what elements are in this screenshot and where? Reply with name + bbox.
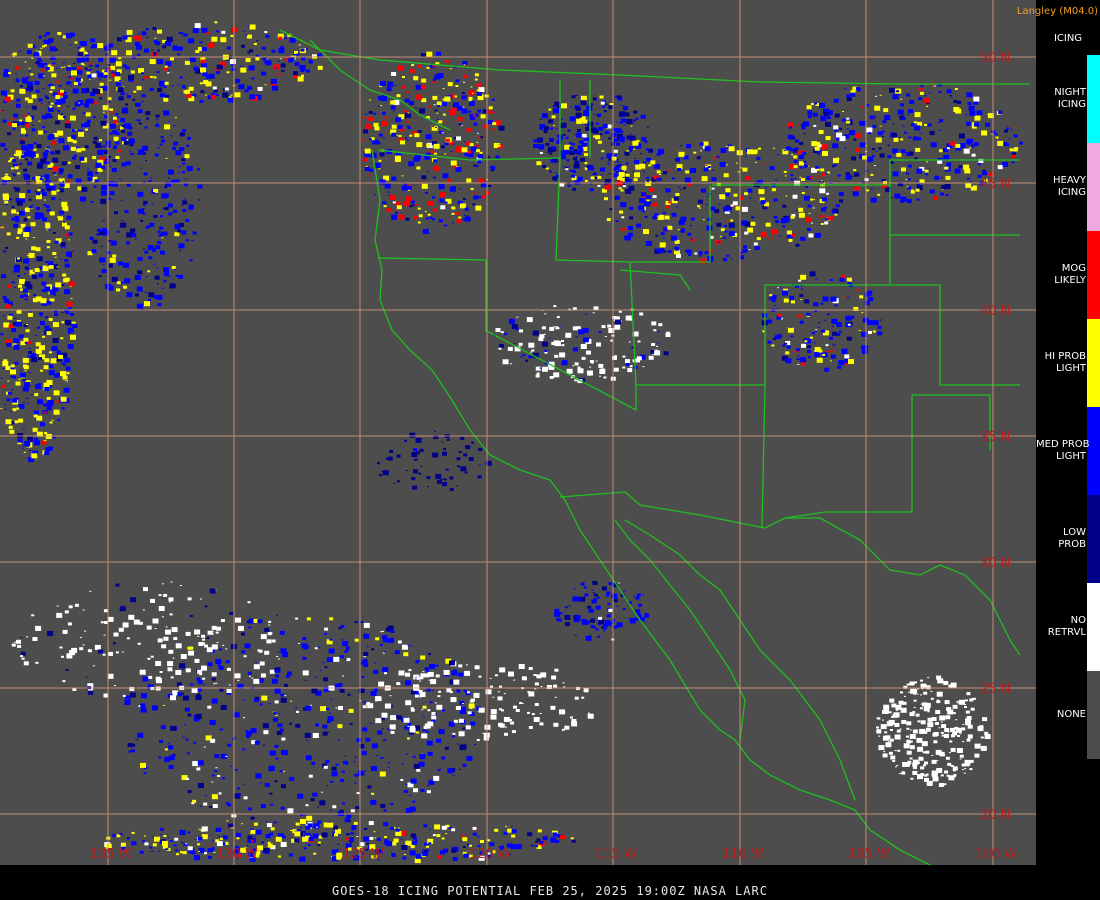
legend-label: NIGHT ICING (1054, 87, 1086, 110)
credit-label: Langley (M04.0) (1016, 6, 1098, 17)
legend-label: LOW PROB (1058, 527, 1086, 550)
icing-map: 50 N 45 N 40 N 35 N 30 N 25 N 20 N 135 W 130 W 12… (0, 0, 1036, 886)
latitude-label: 30 N (980, 556, 1010, 571)
legend-label: MOG LIKELY (1054, 263, 1086, 286)
inland-water (309, 39, 691, 291)
latitude-label: 45 N (980, 177, 1010, 192)
latitude-label: 50 N (980, 51, 1010, 66)
footer-caption: GOES-18 ICING POTENTIAL FEB 25, 2025 19:… (332, 884, 768, 898)
icing-areas (0, 21, 1023, 864)
latitude-label: 40 N (980, 304, 1010, 319)
legend-title: ICING (1053, 33, 1083, 44)
legend-swatch (1087, 671, 1100, 759)
legend-label: HI PROB LIGHT (1044, 351, 1086, 374)
latitude-label: 20 N (980, 808, 1010, 823)
lat-lon-grid (0, 0, 1036, 865)
longitude-label: 130 W (216, 847, 258, 862)
longitude-label: 135 W (90, 847, 132, 862)
legend-swatch (1087, 319, 1100, 407)
gulf-coast (614, 519, 746, 741)
longitude-label: 120 W (469, 847, 511, 862)
longitude-label: 125 W (342, 847, 384, 862)
legend-swatch (1087, 55, 1100, 143)
legend-swatch (1087, 495, 1100, 583)
legend-label: MED PROB LIGHT (1036, 439, 1090, 462)
legend-swatch (1087, 143, 1100, 231)
legend-swatch (1087, 231, 1100, 319)
legend-label: NO RETRVL (1047, 615, 1086, 638)
longitude-label: 100 W (975, 847, 1017, 862)
latitude-label: 25 N (980, 682, 1010, 697)
grid-labels: 50 N 45 N 40 N 35 N 30 N 25 N 20 N 135 W 130 W 12… (90, 51, 1017, 862)
legend-label: NONE (1056, 709, 1086, 720)
us-mexico-border (559, 491, 1021, 656)
longitude-label: 105 W (848, 847, 890, 862)
latitude-label: 35 N (980, 430, 1010, 445)
legend-swatch (1087, 407, 1100, 495)
legend-swatch (1087, 583, 1100, 671)
map-canvas: 50 N 45 N 40 N 35 N 30 N 25 N 20 N 135 W 130 W 12… (0, 0, 1036, 886)
coastline (371, 149, 971, 886)
longitude-label: 110 W (722, 847, 764, 862)
legend-label: HEAVY ICING (1053, 175, 1086, 198)
longitude-label: 115 W (595, 847, 637, 862)
